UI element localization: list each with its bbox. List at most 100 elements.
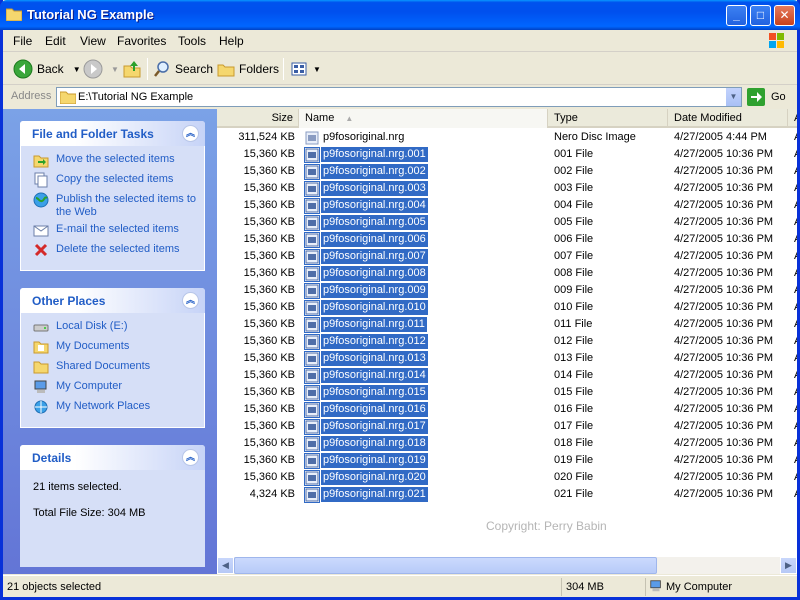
- table-row[interactable]: 15,360 KB p9fosoriginal.nrg.017 017 File 4/…: [217, 418, 797, 435]
- file-name-cell[interactable]: p9fosoriginal.nrg.019: [304, 452, 428, 469]
- file-name-cell[interactable]: p9fosoriginal.nrg.017: [304, 418, 428, 435]
- file-name-cell[interactable]: p9fosoriginal.nrg.013: [304, 350, 428, 367]
- horizontal-scrollbar[interactable]: ◀ ▶: [217, 557, 797, 574]
- table-row[interactable]: 15,360 KB p9fosoriginal.nrg.004 004 File 4/…: [217, 197, 797, 214]
- menu-file[interactable]: File: [13, 34, 32, 48]
- place-shared-documents[interactable]: Shared Documents: [21, 359, 204, 379]
- forward-button[interactable]: ▼: [83, 59, 119, 79]
- file-name-cell[interactable]: p9fosoriginal.nrg.011: [304, 316, 427, 333]
- address-dropdown-icon[interactable]: ▼: [725, 88, 741, 106]
- table-row[interactable]: 15,360 KB p9fosoriginal.nrg.001 001 File 4/…: [217, 146, 797, 163]
- other-places-header[interactable]: Other Places ︽: [20, 288, 205, 313]
- table-row[interactable]: 15,360 KB p9fosoriginal.nrg.002 002 File 4/…: [217, 163, 797, 180]
- file-name-cell[interactable]: p9fosoriginal.nrg.020: [304, 469, 428, 486]
- table-row[interactable]: 4,324 KB p9fosoriginal.nrg.021 021 File 4/2…: [217, 486, 797, 503]
- scroll-right-icon[interactable]: ▶: [780, 557, 797, 574]
- table-row[interactable]: 15,360 KB p9fosoriginal.nrg.012 012 File 4/…: [217, 333, 797, 350]
- up-folder-button[interactable]: [122, 59, 146, 79]
- file-name-cell[interactable]: p9fosoriginal.nrg.007: [304, 248, 428, 265]
- table-row[interactable]: 15,360 KB p9fosoriginal.nrg.010 010 File 4/…: [217, 299, 797, 316]
- details-header[interactable]: Details ︽: [20, 445, 205, 470]
- place-my-computer[interactable]: My Computer: [21, 379, 204, 399]
- file-size: 311,524 KB: [238, 131, 295, 143]
- file-name-cell[interactable]: p9fosoriginal.nrg.004: [304, 197, 428, 214]
- column-date[interactable]: Date Modified: [668, 109, 788, 128]
- maximize-button[interactable]: □: [750, 5, 771, 26]
- search-button[interactable]: Search: [153, 59, 213, 79]
- file-attributes: A: [794, 148, 797, 160]
- task-move[interactable]: Move the selected items: [21, 152, 204, 172]
- scroll-left-icon[interactable]: ◀: [217, 557, 234, 574]
- file-name-cell[interactable]: p9fosoriginal.nrg.003: [304, 180, 428, 197]
- menu-edit[interactable]: Edit: [45, 34, 66, 48]
- menu-help[interactable]: Help: [219, 34, 244, 48]
- back-button[interactable]: Back ▼: [13, 59, 81, 79]
- task-publish[interactable]: Publish the selected items to the Web: [21, 192, 204, 222]
- file-name-cell[interactable]: p9fosoriginal.nrg.008: [304, 265, 428, 282]
- forward-dropdown-icon[interactable]: ▼: [111, 65, 119, 74]
- views-dropdown-icon[interactable]: ▼: [313, 65, 321, 74]
- scroll-thumb[interactable]: [234, 557, 657, 574]
- table-row[interactable]: 15,360 KB p9fosoriginal.nrg.019 019 File 4/…: [217, 452, 797, 469]
- file-name-cell[interactable]: p9fosoriginal.nrg.009: [304, 282, 428, 299]
- collapse-chevron-icon[interactable]: ︽: [182, 125, 199, 142]
- table-row[interactable]: 15,360 KB p9fosoriginal.nrg.003 003 File 4/…: [217, 180, 797, 197]
- file-name-cell[interactable]: p9fosoriginal.nrg.001: [304, 146, 428, 163]
- task-email[interactable]: E-mail the selected items: [21, 222, 204, 242]
- address-input[interactable]: E:\Tutorial NG Example ▼: [56, 87, 742, 107]
- file-name-cell[interactable]: p9fosoriginal.nrg.010: [304, 299, 428, 316]
- table-row[interactable]: 15,360 KB p9fosoriginal.nrg.009 009 File 4/…: [217, 282, 797, 299]
- collapse-chevron-icon[interactable]: ︽: [182, 292, 199, 309]
- file-name-cell[interactable]: p9fosoriginal.nrg.016: [304, 401, 428, 418]
- table-row[interactable]: 15,360 KB p9fosoriginal.nrg.015 015 File 4/…: [217, 384, 797, 401]
- place-network[interactable]: My Network Places: [21, 399, 204, 419]
- table-row[interactable]: 15,360 KB p9fosoriginal.nrg.005 005 File 4/…: [217, 214, 797, 231]
- table-row[interactable]: 15,360 KB p9fosoriginal.nrg.014 014 File 4/…: [217, 367, 797, 384]
- file-name-cell[interactable]: p9fosoriginal.nrg.005: [304, 214, 428, 231]
- table-row[interactable]: 15,360 KB p9fosoriginal.nrg.013 013 File 4/…: [217, 350, 797, 367]
- table-row[interactable]: 15,360 KB p9fosoriginal.nrg.011 011 File 4/…: [217, 316, 797, 333]
- column-attributes[interactable]: A: [788, 109, 797, 128]
- close-button[interactable]: ✕: [774, 5, 795, 26]
- column-type[interactable]: Type: [548, 109, 668, 128]
- file-name-cell[interactable]: p9fosoriginal.nrg.012: [304, 333, 428, 350]
- table-row[interactable]: 15,360 KB p9fosoriginal.nrg.016 016 File 4/…: [217, 401, 797, 418]
- file-name-cell[interactable]: p9fosoriginal.nrg.002: [304, 163, 428, 180]
- views-button[interactable]: ▼: [291, 59, 321, 79]
- forward-arrow-icon: [83, 59, 103, 79]
- title-bar[interactable]: Tutorial NG Example _ □ ✕: [0, 0, 800, 30]
- column-name[interactable]: Name ▲: [299, 109, 548, 128]
- go-button[interactable]: Go: [747, 87, 786, 107]
- folders-button[interactable]: Folders: [217, 59, 279, 79]
- file-folder-tasks-header[interactable]: File and Folder Tasks ︽: [20, 121, 205, 146]
- file-name-cell[interactable]: p9fosoriginal.nrg.021: [304, 486, 428, 503]
- table-row[interactable]: 15,360 KB p9fosoriginal.nrg.018 018 File 4/…: [217, 435, 797, 452]
- menu-view[interactable]: View: [80, 34, 106, 48]
- file-name-cell[interactable]: p9fosoriginal.nrg.015: [304, 384, 428, 401]
- table-row[interactable]: 15,360 KB p9fosoriginal.nrg.006 006 File 4/…: [217, 231, 797, 248]
- file-name-cell[interactable]: p9fosoriginal.nrg.018: [304, 435, 428, 452]
- task-copy[interactable]: Copy the selected items: [21, 172, 204, 192]
- table-row[interactable]: 15,360 KB p9fosoriginal.nrg.007 007 File 4/…: [217, 248, 797, 265]
- file-list[interactable]: Size Name ▲ Type Date Modified A 311,524…: [217, 109, 797, 557]
- back-dropdown-icon[interactable]: ▼: [73, 65, 81, 74]
- table-row[interactable]: 15,360 KB p9fosoriginal.nrg.020 020 File 4/…: [217, 469, 797, 486]
- computer-icon: [650, 580, 661, 592]
- file-name-cell[interactable]: p9fosoriginal.nrg.014: [304, 367, 428, 384]
- column-size[interactable]: Size: [217, 109, 299, 128]
- file-name-cell[interactable]: p9fosoriginal.nrg.006: [304, 231, 428, 248]
- minimize-button[interactable]: _: [726, 5, 747, 26]
- file-icon: [304, 282, 320, 299]
- place-my-documents[interactable]: My Documents: [21, 339, 204, 359]
- file-name: p9fosoriginal.nrg.004: [321, 198, 428, 213]
- table-row[interactable]: 311,524 KB p9fosoriginal.nrg Nero Disc Ima…: [217, 129, 797, 146]
- task-delete[interactable]: Delete the selected items: [21, 242, 204, 262]
- file-name-cell[interactable]: p9fosoriginal.nrg: [305, 129, 406, 146]
- file-attributes: A: [794, 437, 797, 449]
- collapse-chevron-icon[interactable]: ︽: [182, 449, 199, 466]
- place-local-disk[interactable]: Local Disk (E:): [21, 319, 204, 339]
- file-date: 4/27/2005 10:36 PM: [674, 386, 774, 398]
- menu-favorites[interactable]: Favorites: [117, 34, 166, 48]
- table-row[interactable]: 15,360 KB p9fosoriginal.nrg.008 008 File 4/…: [217, 265, 797, 282]
- menu-tools[interactable]: Tools: [178, 34, 206, 48]
